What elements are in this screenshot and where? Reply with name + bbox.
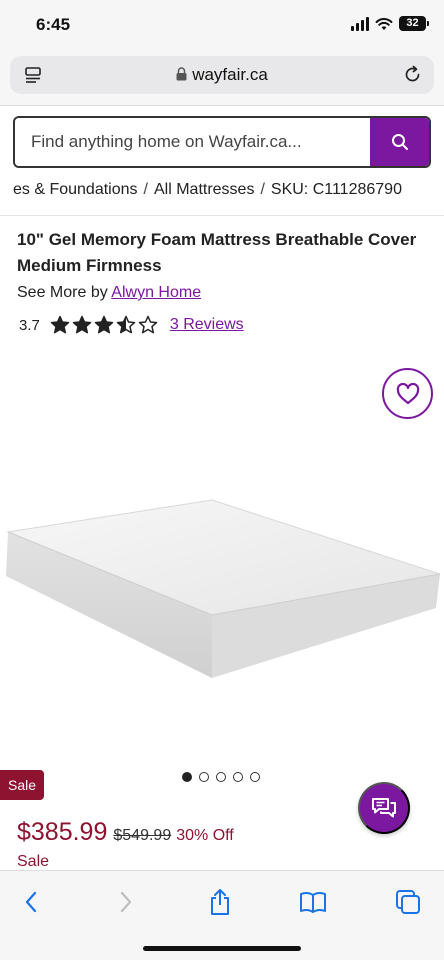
star-icon (94, 315, 114, 334)
reload-icon[interactable] (403, 65, 422, 84)
sale-label: Sale (17, 853, 50, 870)
signal-icon (351, 16, 369, 31)
status-bar: 6:45 32 (0, 0, 444, 50)
star-icon (138, 315, 158, 334)
star-rating[interactable] (50, 315, 158, 335)
back-button[interactable] (14, 887, 48, 917)
search-input[interactable] (15, 118, 372, 166)
home-indicator (143, 946, 301, 951)
carousel-dot[interactable] (250, 772, 260, 782)
sale-badge: Sale (0, 770, 44, 800)
lock-icon (176, 67, 187, 81)
star-icon (50, 315, 70, 334)
search-bar (13, 116, 431, 168)
price-current: $385.99 (17, 818, 108, 846)
star-icon (72, 315, 92, 334)
status-time: 6:45 (36, 15, 71, 34)
see-more-by: See More by Alwyn Home (17, 284, 201, 302)
star-icon (116, 315, 136, 334)
product-image[interactable] (0, 480, 444, 700)
forward-button[interactable] (109, 887, 143, 917)
back-icon (25, 891, 37, 913)
carousel-dot[interactable] (199, 772, 209, 782)
search-button[interactable] (370, 118, 429, 166)
chat-icon (372, 798, 396, 818)
bookmarks-icon (300, 891, 326, 913)
breadcrumb-item-all-mattresses[interactable]: All Mattresses (154, 181, 254, 198)
rating-row: 3.7 3 Reviews (19, 314, 244, 336)
divider (0, 215, 444, 216)
price-row: $385.99 $549.99 30% Off (17, 818, 234, 847)
browser-address-area: wayfair.ca (0, 50, 444, 106)
breadcrumb-separator: / (143, 181, 148, 198)
breadcrumb-item-foundations[interactable]: es & Foundations (13, 181, 138, 198)
wifi-icon (375, 17, 393, 30)
favorite-button[interactable] (382, 368, 433, 419)
forward-icon (120, 891, 132, 913)
url-text: wayfair.ca (192, 65, 268, 84)
breadcrumb: es & Foundations / All Mattresses / SKU: C11… (13, 181, 444, 199)
chat-button[interactable] (358, 782, 410, 834)
carousel-dot[interactable] (182, 772, 192, 782)
bookmarks-button[interactable] (296, 887, 330, 917)
reviews-link[interactable]: 3 Reviews (170, 316, 244, 334)
share-button[interactable] (203, 887, 237, 917)
breadcrumb-item-sku: SKU: C111286790 (270, 181, 402, 198)
breadcrumb-separator: / (260, 181, 265, 198)
address-bar[interactable]: wayfair.ca (10, 56, 434, 94)
status-icons: 32 (351, 16, 429, 31)
carousel-dot[interactable] (216, 772, 226, 782)
heart-icon (396, 382, 419, 404)
price-discount: 30% Off (176, 827, 234, 844)
price-original: $549.99 (113, 827, 172, 844)
search-icon (391, 134, 408, 150)
see-more-prefix: See More by (17, 284, 108, 301)
url-display[interactable]: wayfair.ca (10, 65, 434, 85)
tabs-button[interactable] (391, 887, 425, 917)
rating-value: 3.7 (19, 316, 40, 334)
carousel-dot[interactable] (233, 772, 243, 782)
brand-link[interactable]: Alwyn Home (111, 284, 201, 301)
carousel-dots (182, 772, 260, 782)
product-title: 10" Gel Memory Foam Mattress Breathable … (17, 230, 417, 275)
battery-icon: 32 (399, 16, 429, 31)
share-icon (211, 889, 229, 915)
tabs-icon (396, 890, 420, 914)
